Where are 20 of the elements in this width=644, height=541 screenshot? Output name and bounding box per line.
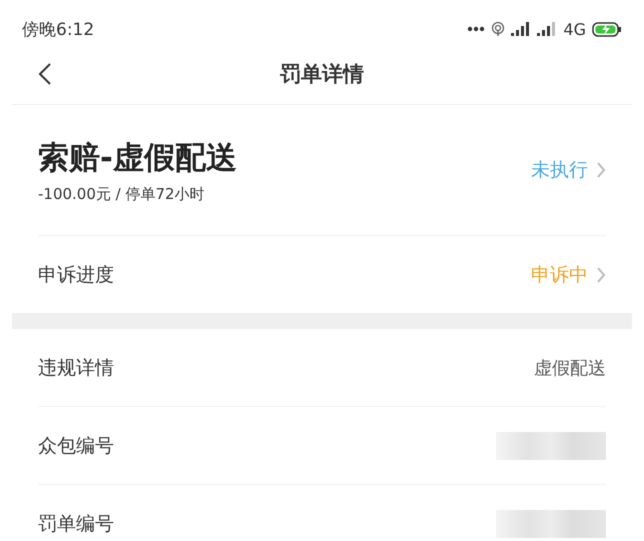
chevron-icon: [596, 161, 606, 179]
row-label: 违规详情: [38, 356, 114, 380]
chevron-icon: [596, 266, 606, 284]
page-title: 罚单详情: [280, 61, 364, 88]
row-label: 众包编号: [38, 434, 114, 458]
penalty-title: 索赔-虚假配送: [38, 138, 237, 178]
row-value: 虚假配送: [534, 356, 606, 380]
status-link[interactable]: 未执行: [531, 157, 588, 183]
signal-icon: [511, 22, 532, 36]
signal-icon: [537, 22, 558, 36]
appeal-status-link[interactable]: 申诉中: [531, 262, 588, 288]
more-dots-icon: [467, 26, 486, 32]
back-icon[interactable]: [38, 62, 52, 86]
status-time: 傍晚6:12: [22, 18, 94, 40]
battery-charging-icon: [592, 22, 622, 36]
row-label: 申诉进度: [38, 262, 114, 288]
row-label: 罚单编号: [38, 512, 114, 536]
network-type: 4G: [563, 20, 586, 38]
hotspot-icon: [491, 21, 506, 37]
penalty-amount: -100.00元 / 停单72小时: [38, 184, 206, 204]
